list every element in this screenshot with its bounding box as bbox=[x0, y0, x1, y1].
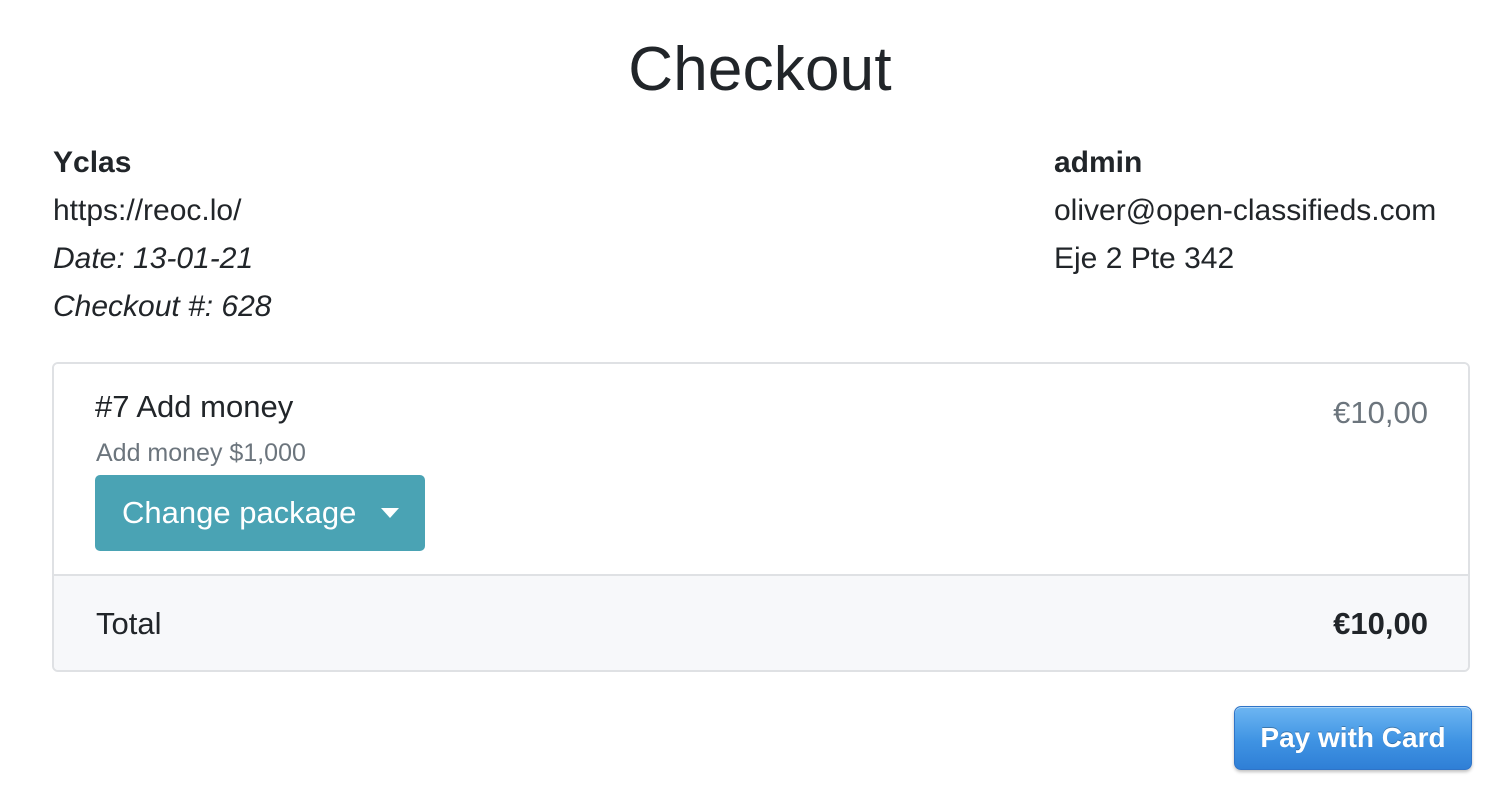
seller-info: Yclas https://reoc.lo/ Date: 13-01-21 Ch… bbox=[53, 139, 271, 331]
seller-url: https://reoc.lo/ bbox=[53, 194, 242, 227]
order-item-row: #7 Add money Add money $1,000 €10,00 Cha… bbox=[54, 364, 1468, 576]
change-package-button[interactable]: Change package bbox=[95, 475, 425, 551]
caret-down-icon bbox=[381, 508, 399, 518]
total-value: €10,00 bbox=[1333, 606, 1428, 641]
order-item-title: #7 Add money bbox=[95, 389, 294, 424]
page-title: Checkout bbox=[628, 35, 892, 104]
buyer-name: admin bbox=[1054, 146, 1143, 179]
change-package-label: Change package bbox=[122, 495, 357, 530]
order-total-row: Total €10,00 bbox=[54, 576, 1468, 670]
buyer-info: admin oliver@open-classifieds.com Eje 2 … bbox=[1054, 139, 1436, 283]
total-label: Total bbox=[96, 606, 162, 641]
order-item-description: Add money $1,000 bbox=[96, 439, 306, 467]
order-summary-card: #7 Add money Add money $1,000 €10,00 Cha… bbox=[52, 362, 1470, 672]
order-item-price: €10,00 bbox=[1333, 395, 1428, 430]
buyer-email: oliver@open-classifieds.com bbox=[1054, 194, 1437, 227]
checkout-number: Checkout #: 628 bbox=[53, 290, 272, 323]
buyer-address: Eje 2 Pte 342 bbox=[1054, 242, 1235, 275]
pay-with-card-button[interactable]: Pay with Card bbox=[1234, 706, 1472, 770]
checkout-date: Date: 13-01-21 bbox=[53, 242, 254, 275]
seller-name: Yclas bbox=[53, 146, 132, 179]
